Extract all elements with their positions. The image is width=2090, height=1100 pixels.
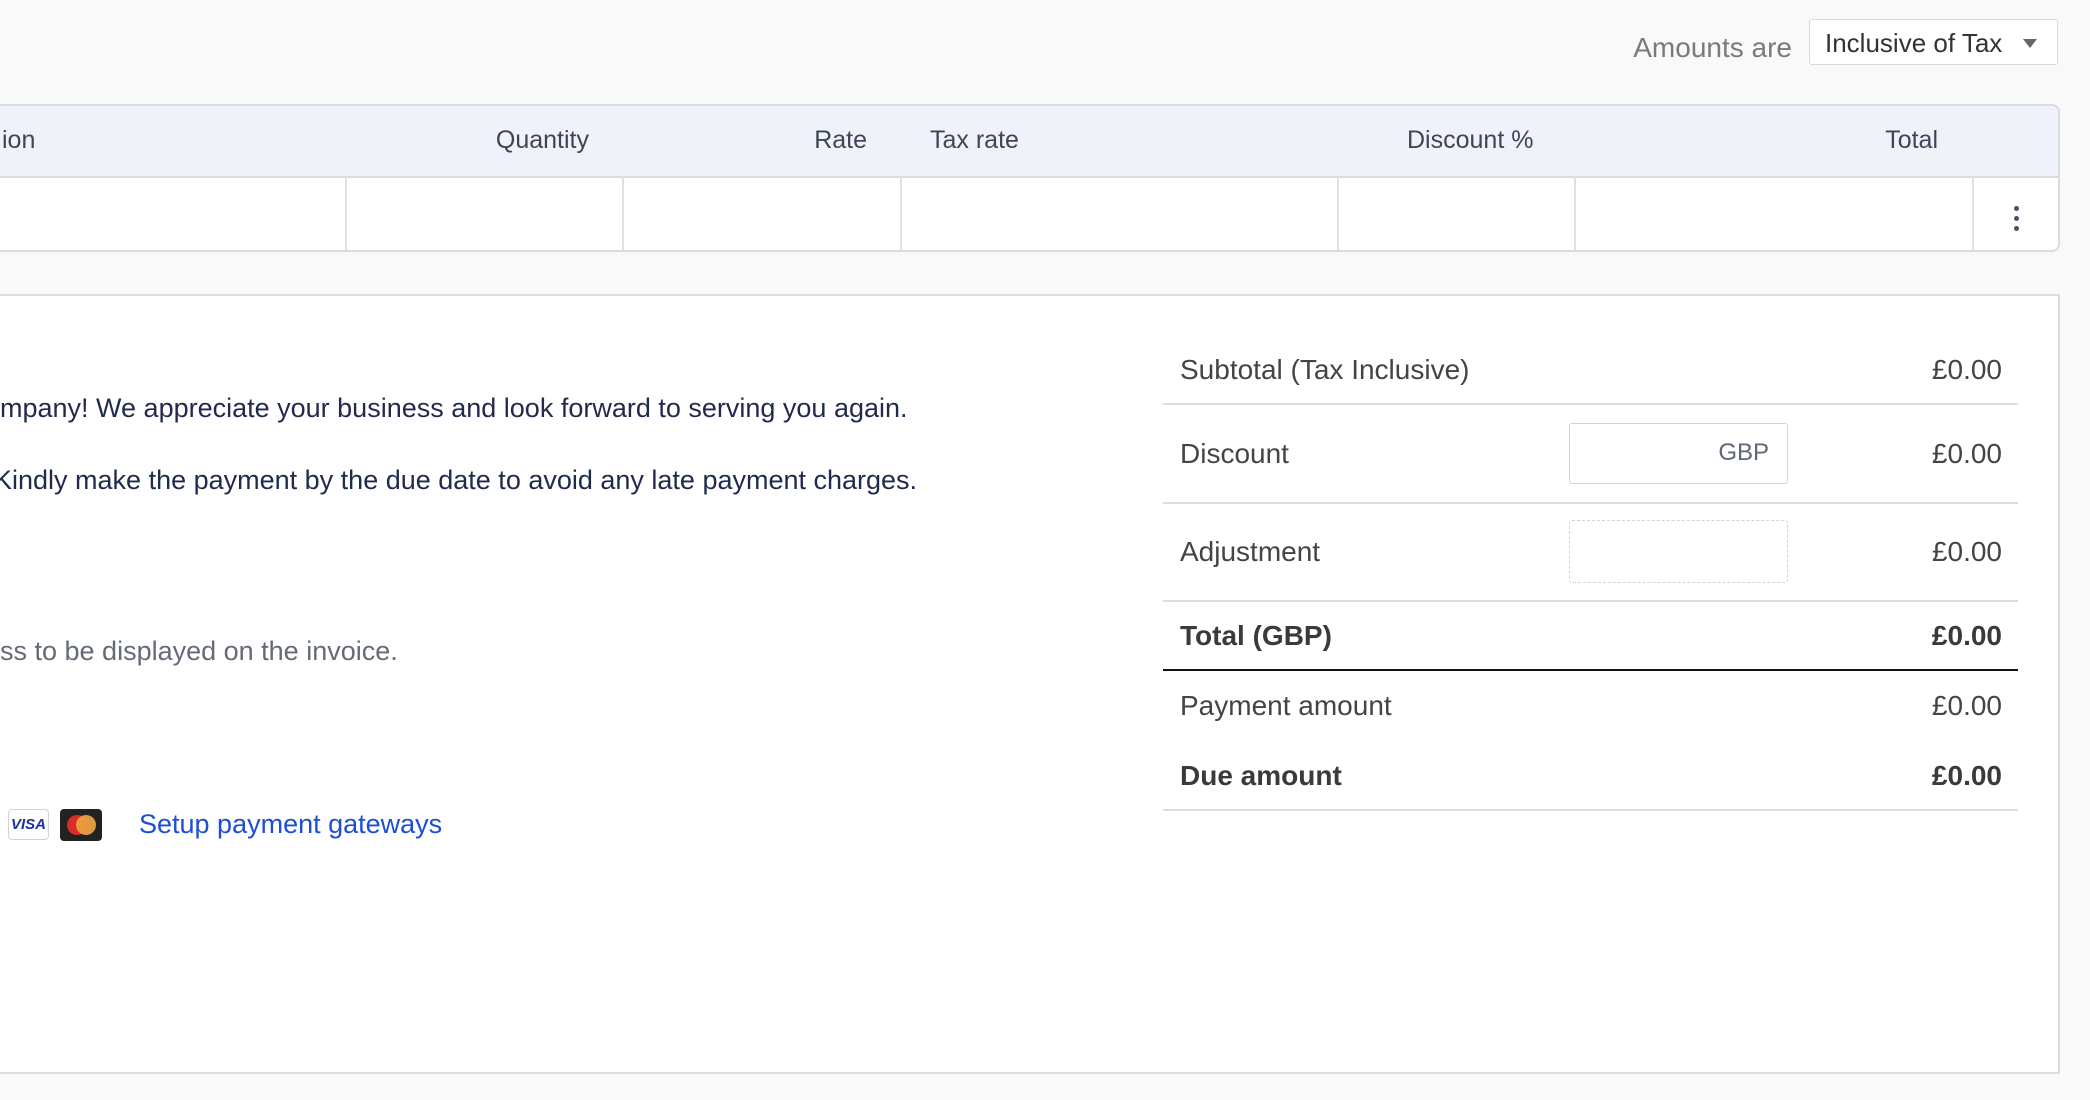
cell-divider — [900, 176, 902, 250]
adjustment-label: Adjustment — [1180, 536, 1321, 567]
divider — [1163, 502, 2018, 504]
divider — [1163, 403, 2018, 405]
cell-divider — [1972, 176, 1974, 250]
cell-divider — [345, 176, 347, 250]
discount-label: Discount — [1180, 438, 1289, 469]
amounts-are-label: Amounts are — [1633, 32, 1792, 63]
discount-value: £0.00 — [1931, 438, 2002, 469]
discount-currency: GBP — [1718, 439, 1769, 466]
discount-input[interactable]: GBP — [1569, 423, 1788, 484]
adjustment-input[interactable] — [1569, 520, 1788, 583]
header-tax-rate: Tax rate — [930, 126, 1019, 154]
divider — [1163, 809, 2018, 811]
subtotal-label: Subtotal (Tax Inclusive) — [1180, 354, 1470, 385]
header-quantity: Quantity — [495, 126, 589, 154]
subtotal-value: £0.00 — [1931, 354, 2002, 385]
header-total: Total — [1885, 126, 1938, 154]
adjustment-value: £0.00 — [1931, 536, 2002, 567]
line-items-table: ion Quantity Rate Tax rate Discount % To… — [0, 104, 2060, 252]
payment-amount-label: Payment amount — [1180, 690, 1392, 721]
notes-line-2: Kindly make the payment by the due date … — [0, 465, 918, 495]
total-label: Total (GBP) — [1180, 620, 1332, 651]
payment-amount-value: £0.00 — [1931, 690, 2002, 721]
cell-divider — [622, 176, 624, 250]
notes-line-1: mpany! We appreciate your business and l… — [0, 393, 908, 423]
setup-payment-gateways-link[interactable]: Setup payment gateways — [139, 809, 442, 840]
total-divider — [1163, 669, 2018, 671]
header-discount: Discount % — [1407, 126, 1534, 154]
due-amount-label: Due amount — [1180, 760, 1342, 791]
mastercard-icon — [60, 809, 102, 841]
row-menu-kebab-icon[interactable] — [2010, 206, 2022, 236]
cell-divider — [1337, 176, 1339, 250]
caret-down-icon — [2023, 39, 2037, 48]
cell-divider — [1574, 176, 1576, 250]
notes-hint: ss to be displayed on the invoice. — [0, 636, 398, 666]
total-value: £0.00 — [1931, 620, 2002, 651]
table-header: ion Quantity Rate Tax rate Discount % To… — [0, 106, 2058, 178]
tax-mode-select[interactable]: Inclusive of Tax — [1809, 19, 2058, 65]
due-amount-value: £0.00 — [1931, 760, 2002, 791]
header-description: ion — [2, 126, 36, 154]
header-rate: Rate — [814, 126, 867, 154]
visa-icon: VISA — [8, 809, 49, 840]
tax-mode-value: Inclusive of Tax — [1825, 28, 2003, 58]
divider — [1163, 600, 2018, 602]
